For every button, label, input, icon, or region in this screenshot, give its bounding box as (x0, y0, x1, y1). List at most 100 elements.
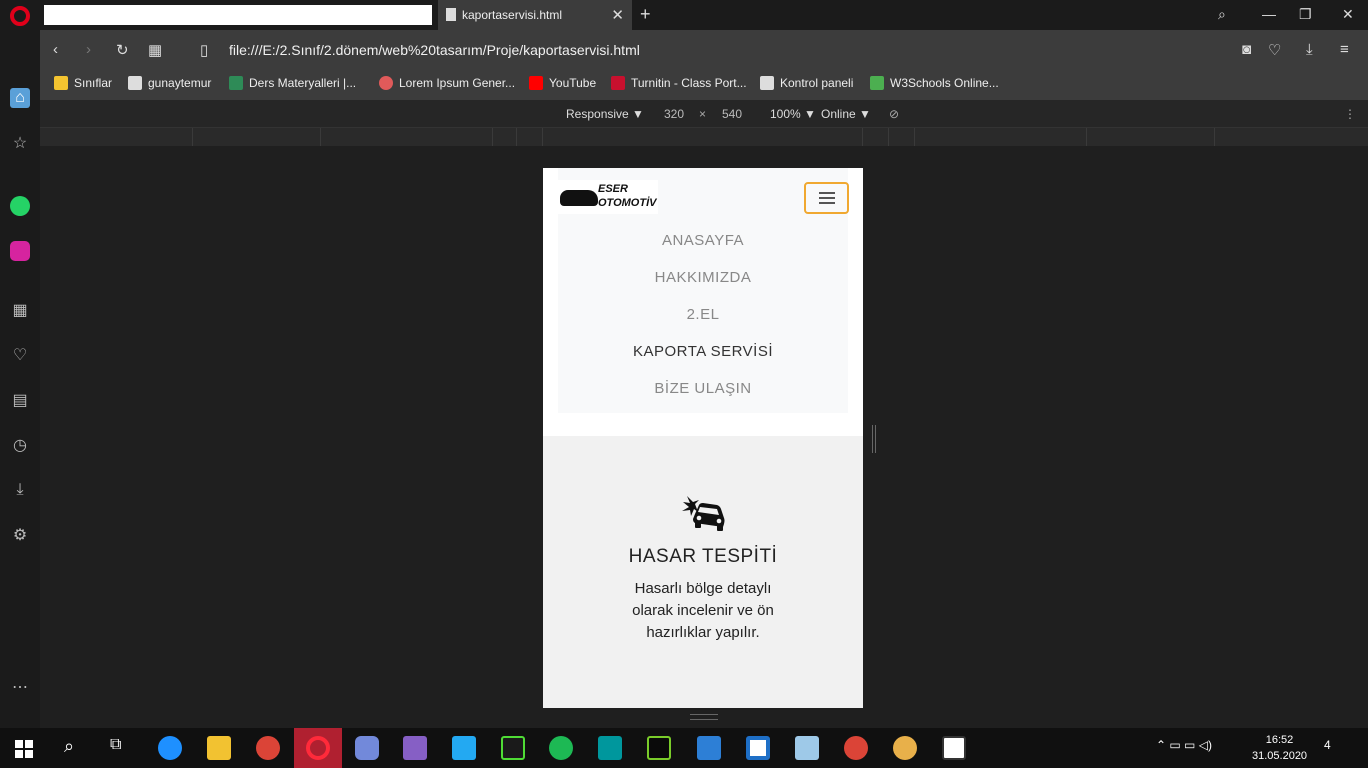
file-explorer-icon[interactable] (207, 736, 231, 760)
chrome-icon[interactable] (256, 736, 280, 760)
settings-icon[interactable]: ⚙ (10, 526, 30, 546)
downloads-icon[interactable]: ⤓ (10, 480, 30, 500)
page-icon (128, 76, 142, 90)
ruler-divider (862, 128, 863, 146)
hamburger-line (819, 192, 835, 194)
snapshot-icon[interactable]: ◙ (1242, 41, 1251, 58)
brand-logo[interactable]: ESER OTOMOTİV (558, 180, 658, 214)
taskbar-clock[interactable]: 16:52 31.05.2020 (1252, 732, 1307, 764)
nav-link-kaporta-servisi[interactable]: KAPORTA SERVİSİ (558, 343, 848, 360)
zoom-select[interactable]: 100% ▼ (770, 107, 816, 121)
dreamweaver-icon[interactable] (501, 736, 525, 760)
discord-icon[interactable] (355, 736, 379, 760)
chrome-icon[interactable] (844, 736, 868, 760)
tab-grid-icon[interactable]: ▦ (148, 41, 162, 59)
bookmark-item[interactable]: Kontrol paneli (760, 76, 853, 90)
ruler-divider (492, 128, 493, 146)
tab-close-icon[interactable]: ✕ (611, 6, 624, 24)
reload-icon[interactable]: ↻ (116, 41, 129, 59)
minimize-icon[interactable]: — (1262, 6, 1276, 22)
page-icon: ▯ (200, 42, 209, 59)
responsive-select[interactable]: Responsive ▼ (566, 107, 644, 121)
more-icon[interactable]: ⋯ (10, 678, 30, 698)
back-icon[interactable]: ‹ (53, 41, 58, 58)
bookmark-item[interactable]: Sınıflar (54, 76, 112, 90)
notification-icon[interactable]: 4 (1324, 738, 1331, 752)
file-icon (446, 8, 456, 21)
ruler-divider (888, 128, 889, 146)
url-field[interactable]: file:///E:/2.Sınıf/2.dönem/web%20tasarım… (229, 42, 640, 58)
youtube-icon (529, 76, 543, 90)
media-query-ruler (40, 128, 1368, 146)
search-tabs-icon[interactable]: ⌕ (1218, 6, 1226, 23)
news-icon[interactable]: ▤ (10, 391, 30, 411)
control-panel-icon (760, 76, 774, 90)
app-icon[interactable] (746, 736, 770, 760)
bookmark-item[interactable]: Ders Materyalleri |... (229, 76, 356, 90)
terminal-icon[interactable] (647, 736, 671, 760)
ruler-divider (1214, 128, 1215, 146)
instagram-icon[interactable] (10, 241, 30, 261)
close-window-icon[interactable]: ✕ (1342, 6, 1354, 23)
folder-icon (54, 76, 68, 90)
restore-icon[interactable]: ❐ (1299, 6, 1312, 23)
download-icon[interactable]: ⤓ (1306, 41, 1313, 58)
task-view-icon[interactable]: ⧉ (110, 736, 121, 754)
grid-icon[interactable]: ▦ (10, 301, 30, 321)
opera-icon[interactable] (306, 736, 330, 760)
whatsapp-icon[interactable] (10, 196, 30, 216)
car-crash-icon (682, 496, 725, 531)
turnitin-icon (611, 76, 625, 90)
heart-icon[interactable]: ♡ (10, 346, 30, 366)
width-input[interactable]: 320 (664, 107, 684, 121)
bookmark-item[interactable]: gunaytemur (128, 76, 211, 90)
photos-icon[interactable] (942, 736, 966, 760)
menu-icon[interactable]: ≡ (1340, 41, 1349, 58)
visual-studio-icon[interactable] (403, 736, 427, 760)
spotify-icon[interactable] (549, 736, 573, 760)
bookmark-heart-icon[interactable]: ♡ (1268, 41, 1281, 59)
lorem-icon (379, 76, 393, 90)
app-icon[interactable] (697, 736, 721, 760)
blank-tab[interactable] (44, 5, 432, 25)
tray-icons[interactable]: ⌃ ▭ ▭ ◁) (1156, 738, 1212, 752)
nav-link-hakkimizda[interactable]: HAKKIMIZDA (558, 269, 848, 286)
paint-icon[interactable] (893, 736, 917, 760)
car-logo-icon (560, 190, 598, 206)
navbar-toggler-button[interactable] (804, 182, 849, 214)
sidebar: ⌂ ☆ ▦ ♡ ▤ ◷ ⤓ ⚙ ⋯ (0, 30, 40, 728)
opera-logo-icon[interactable] (10, 6, 30, 26)
nav-link-ikinci-el[interactable]: 2.EL (558, 306, 848, 323)
history-icon[interactable]: ◷ (10, 436, 30, 456)
app-icon[interactable] (795, 736, 819, 760)
height-input[interactable]: 540 (722, 107, 742, 121)
ruler-divider (542, 128, 543, 146)
start-button[interactable] (15, 740, 33, 758)
bookmark-item[interactable]: Lorem Ipsum Gener... (379, 76, 515, 90)
forward-icon[interactable]: › (86, 41, 91, 58)
service-title: HASAR TESPİTİ (628, 546, 778, 567)
edge-icon[interactable] (158, 736, 182, 760)
bookmark-item[interactable]: YouTube (529, 76, 596, 90)
bookmark-item[interactable]: Turnitin - Class Port... (611, 76, 747, 90)
resize-handle-right[interactable] (872, 425, 876, 453)
device-more-icon[interactable]: ⋮ (1344, 107, 1356, 121)
ruler-divider (516, 128, 517, 146)
new-tab-icon[interactable]: + (640, 4, 651, 25)
hamburger-line (819, 197, 835, 199)
home-icon[interactable]: ⌂ (10, 88, 30, 108)
dimension-separator: × (699, 107, 707, 121)
ruler-divider (1086, 128, 1087, 146)
rotate-icon[interactable]: ⊘ (889, 107, 899, 121)
nav-link-anasayfa[interactable]: ANASAYFA (558, 232, 848, 249)
search-icon[interactable]: ⌕ (64, 736, 74, 757)
resize-handle-bottom[interactable] (690, 714, 718, 720)
device-viewport: ESER OTOMOTİV ANASAYFA HAKKIMIZDA 2.EL K… (543, 168, 863, 708)
nav-link-bize-ulasin[interactable]: BİZE ULAŞIN (558, 380, 848, 397)
star-icon[interactable]: ☆ (10, 134, 30, 154)
vscode-icon[interactable] (452, 736, 476, 760)
network-select[interactable]: Online ▼ (821, 107, 871, 121)
arduino-icon[interactable] (598, 736, 622, 760)
bookmark-item[interactable]: W3Schools Online... (870, 76, 999, 90)
tab-active[interactable]: kaportaservisi.html ✕ (438, 0, 632, 30)
